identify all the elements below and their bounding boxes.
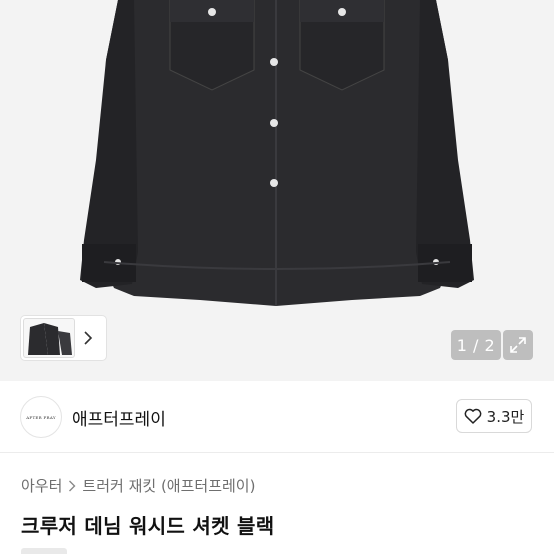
chevron-right-icon <box>84 331 93 345</box>
breadcrumb-item-subcategory[interactable]: 트러커 재킷 (애프터프레이) <box>82 475 255 496</box>
shop-avatar[interactable]: AFTER PRAY <box>20 396 62 438</box>
breadcrumb: 아우터 트러커 재킷 (애프터프레이) <box>21 475 255 496</box>
thumbnail-jacket-icon <box>28 323 72 355</box>
shop-name[interactable]: 애프터프레이 <box>72 405 166 430</box>
breadcrumb-item-category[interactable]: 아우터 <box>21 475 62 496</box>
thumbnail-image[interactable] <box>23 318 75 358</box>
tag-badge <box>21 548 67 554</box>
expand-image-button[interactable] <box>503 330 533 360</box>
shop-logo: AFTER PRAY <box>25 415 56 420</box>
like-count: 3.3만 <box>486 407 525 426</box>
product-image-gallery[interactable]: 1 / 2 <box>0 0 554 381</box>
like-button[interactable]: 3.3만 <box>456 399 532 433</box>
heart-outline-icon <box>464 408 482 424</box>
image-counter: 1 / 2 <box>451 330 501 360</box>
product-title: 크루저 데님 워시드 셔켓 블랙 <box>21 514 275 538</box>
svg-text:AFTER PRAY: AFTER PRAY <box>25 415 56 420</box>
thumbnail-strip <box>21 316 106 360</box>
thumbnail-next-button[interactable] <box>75 318 101 358</box>
shop-info-row: AFTER PRAY 애프터프레이 3.3만 <box>0 381 554 453</box>
expand-arrows-icon <box>510 337 526 353</box>
chevron-right-icon <box>69 480 76 491</box>
